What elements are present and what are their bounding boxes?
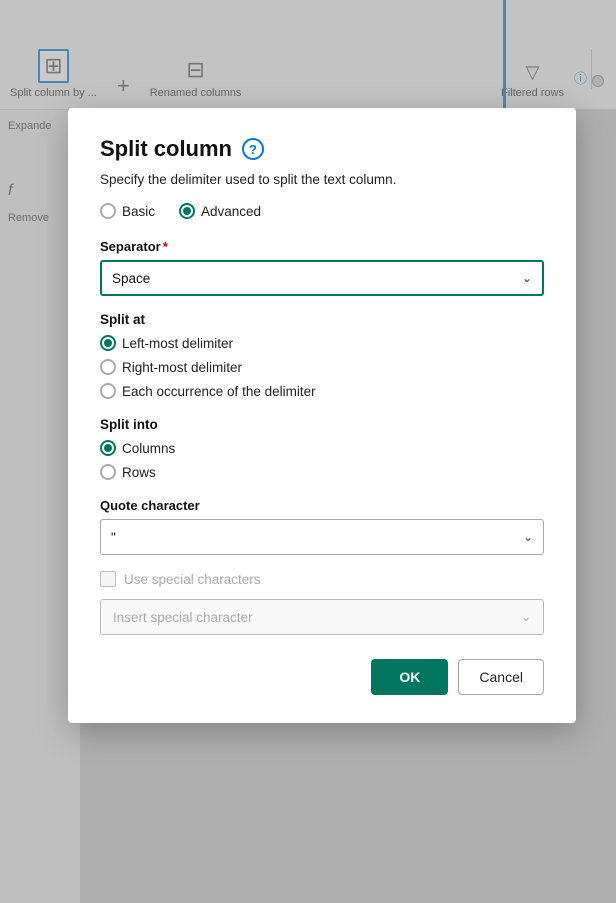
- split-into-rows-label: Rows: [122, 465, 156, 480]
- separator-dropdown[interactable]: Space ⌄: [100, 260, 544, 296]
- split-at-leftmost[interactable]: Left-most delimiter: [100, 335, 544, 351]
- insert-special-char-arrow: ⌄: [521, 610, 531, 624]
- split-into-columns-radio[interactable]: [100, 440, 116, 456]
- split-column-dialog: Split column ? Specify the delimiter use…: [68, 108, 576, 723]
- separator-label: Separator*: [100, 239, 544, 254]
- help-icon[interactable]: ?: [242, 138, 264, 160]
- modal-subtitle: Specify the delimiter used to split the …: [100, 172, 544, 187]
- split-at-rightmost-radio[interactable]: [100, 359, 116, 375]
- use-special-chars-row: Use special characters: [100, 571, 544, 587]
- split-into-rows[interactable]: Rows: [100, 464, 544, 480]
- split-at-each-radio[interactable]: [100, 383, 116, 399]
- split-at-radio-group: Left-most delimiter Right-most delimiter…: [100, 335, 544, 399]
- split-into-label: Split into: [100, 417, 544, 432]
- split-at-each[interactable]: Each occurrence of the delimiter: [100, 383, 544, 399]
- quote-char-dropdown-arrow: ⌄: [523, 530, 533, 544]
- cancel-button[interactable]: Cancel: [458, 659, 544, 695]
- use-special-chars-checkbox[interactable]: [100, 571, 116, 587]
- split-at-label: Split at: [100, 312, 544, 327]
- mode-basic-label: Basic: [122, 204, 155, 219]
- mode-advanced-label: Advanced: [201, 204, 261, 219]
- insert-special-char-placeholder: Insert special character: [113, 610, 253, 625]
- separator-value: Space: [112, 271, 150, 286]
- split-at-rightmost[interactable]: Right-most delimiter: [100, 359, 544, 375]
- split-into-columns[interactable]: Columns: [100, 440, 544, 456]
- split-at-leftmost-radio[interactable]: [100, 335, 116, 351]
- separator-label-text: Separator: [100, 239, 161, 254]
- split-into-columns-label: Columns: [122, 441, 175, 456]
- mode-advanced-option[interactable]: Advanced: [179, 203, 261, 219]
- split-at-leftmost-label: Left-most delimiter: [122, 336, 233, 351]
- use-special-chars-label: Use special characters: [124, 572, 261, 587]
- separator-dropdown-arrow: ⌄: [522, 271, 532, 285]
- modal-title: Split column: [100, 136, 232, 162]
- split-into-rows-radio[interactable]: [100, 464, 116, 480]
- quote-char-value: ": [111, 530, 116, 545]
- mode-basic-radio[interactable]: [100, 203, 116, 219]
- split-into-radio-group: Columns Rows: [100, 440, 544, 480]
- mode-basic-option[interactable]: Basic: [100, 203, 155, 219]
- split-at-rightmost-label: Right-most delimiter: [122, 360, 242, 375]
- mode-radio-group: Basic Advanced: [100, 203, 544, 219]
- dialog-button-row: OK Cancel: [100, 659, 544, 695]
- modal-title-row: Split column ?: [100, 136, 544, 162]
- split-at-each-label: Each occurrence of the delimiter: [122, 384, 316, 399]
- quote-char-label: Quote character: [100, 498, 544, 513]
- required-star: *: [163, 239, 168, 254]
- insert-special-char-dropdown[interactable]: Insert special character ⌄: [100, 599, 544, 635]
- mode-advanced-radio[interactable]: [179, 203, 195, 219]
- ok-button[interactable]: OK: [371, 659, 448, 695]
- quote-char-dropdown[interactable]: " ⌄: [100, 519, 544, 555]
